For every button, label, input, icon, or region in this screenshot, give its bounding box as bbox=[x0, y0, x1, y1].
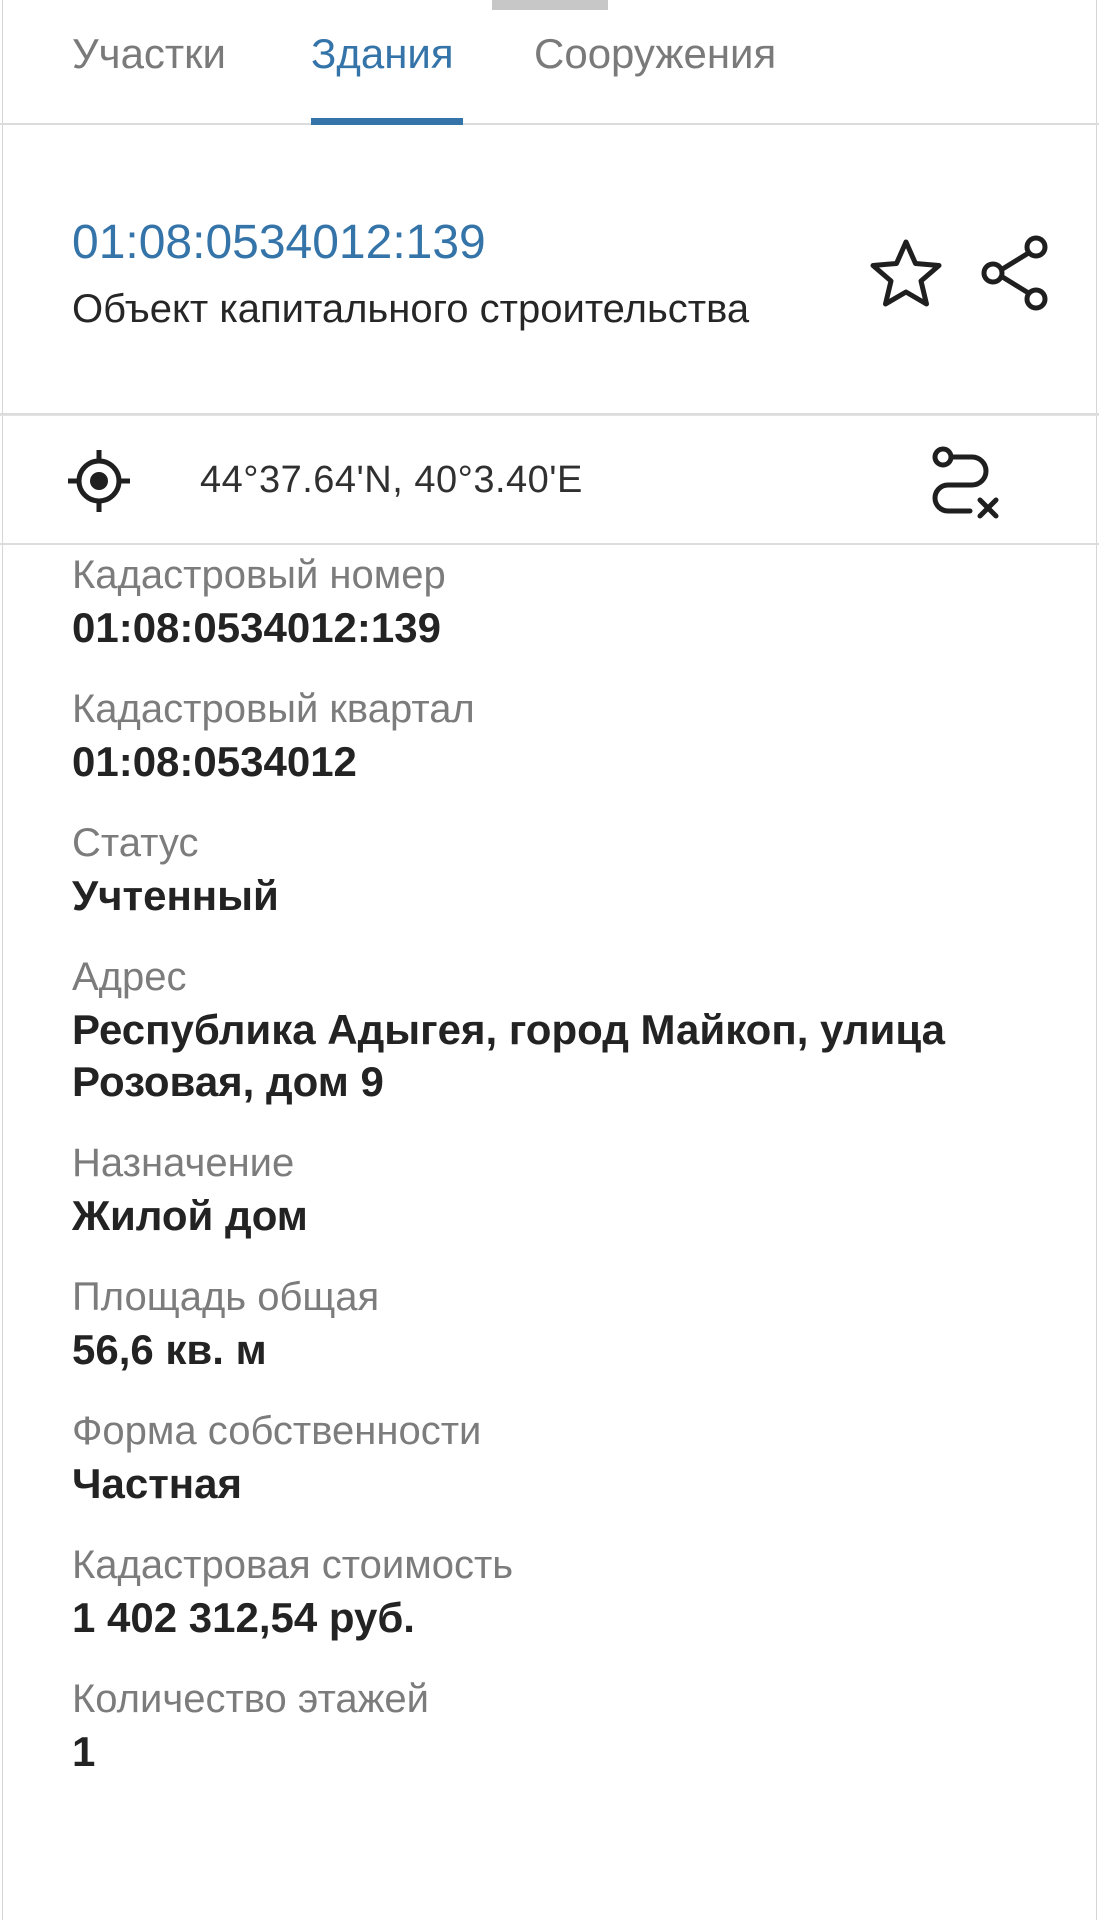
share-button[interactable] bbox=[978, 233, 1054, 313]
property-label: Форма собственности bbox=[72, 1409, 482, 1453]
active-tab-indicator bbox=[311, 118, 463, 125]
property-label: Кадастровая стоимость bbox=[72, 1543, 514, 1587]
property-address: Адрес Республика Адыгея, город Майкоп, у… bbox=[72, 950, 1032, 1108]
property-label: Количество этажей bbox=[72, 1677, 429, 1721]
crosshair-icon bbox=[68, 450, 130, 512]
property-total-area: Площадь общая 56,6 кв. м bbox=[72, 1270, 1032, 1376]
property-cadastral-value: Кадастровая стоимость 1 402 312,54 руб. bbox=[72, 1538, 1032, 1644]
route-clear-button[interactable] bbox=[926, 444, 1002, 520]
property-value: Частная bbox=[72, 1460, 243, 1507]
favorite-button[interactable] bbox=[868, 237, 944, 313]
route-clear-icon bbox=[932, 446, 999, 519]
property-label: Кадастровый квартал bbox=[72, 687, 475, 731]
locate-button[interactable] bbox=[66, 448, 132, 514]
tab-structures[interactable]: Сооружения bbox=[534, 28, 776, 80]
property-ownership-form: Форма собственности Частная bbox=[72, 1404, 1032, 1510]
property-label: Назначение bbox=[72, 1141, 295, 1185]
location-row: 44°37.64'N, 40°3.40'E bbox=[0, 415, 1099, 545]
share-icon bbox=[981, 235, 1048, 311]
object-cadastral-number[interactable]: 01:08:0534012:139 bbox=[72, 213, 486, 273]
property-value: 56,6 кв. м bbox=[72, 1326, 267, 1373]
property-value: Жилой дом bbox=[72, 1192, 308, 1239]
property-value: 1 402 312,54 руб. bbox=[72, 1594, 415, 1641]
property-status: Статус Учтенный bbox=[72, 816, 1032, 922]
tab-parcels[interactable]: Участки bbox=[72, 28, 226, 80]
property-label: Площадь общая bbox=[72, 1275, 380, 1319]
tab-buildings[interactable]: Здания bbox=[311, 28, 454, 80]
object-type: Объект капитального строительства bbox=[72, 287, 750, 331]
property-cadastral-block: Кадастровый квартал 01:08:0534012 bbox=[72, 682, 1032, 788]
coordinates-text[interactable]: 44°37.64'N, 40°3.40'E bbox=[200, 456, 583, 504]
property-value: Учтенный bbox=[72, 872, 279, 919]
tab-bar: Участки Здания Сооружения bbox=[0, 0, 1099, 125]
object-header: 01:08:0534012:139 Объект капитального ст… bbox=[0, 125, 1099, 415]
property-value: 01:08:0534012:139 bbox=[72, 604, 441, 651]
property-value: 1 bbox=[72, 1728, 96, 1775]
property-label: Статус bbox=[72, 821, 199, 865]
property-value: Республика Адыгея, город Майкоп, улица Р… bbox=[72, 1006, 946, 1105]
property-value: 01:08:0534012 bbox=[72, 738, 357, 785]
property-label: Адрес bbox=[72, 955, 187, 999]
property-floor-count: Количество этажей 1 bbox=[72, 1672, 1032, 1778]
star-icon bbox=[870, 239, 942, 307]
property-list: Кадастровый номер 01:08:0534012:139 Када… bbox=[72, 548, 1032, 1806]
property-label: Кадастровый номер bbox=[72, 553, 446, 597]
property-purpose: Назначение Жилой дом bbox=[72, 1136, 1032, 1242]
property-cadastral-number: Кадастровый номер 01:08:0534012:139 bbox=[72, 548, 1032, 654]
